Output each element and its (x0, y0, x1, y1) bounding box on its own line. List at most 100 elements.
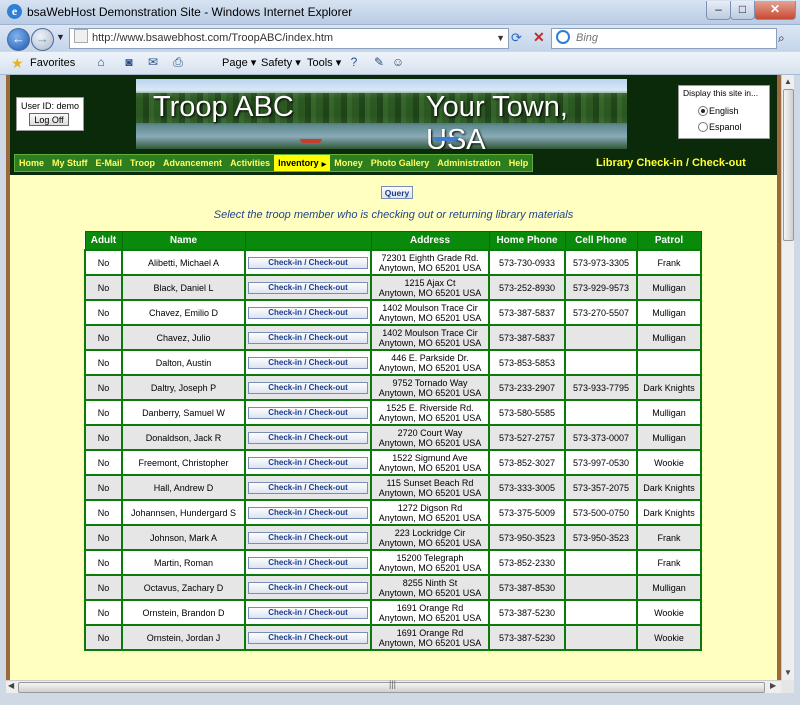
home-icon[interactable]: ⌂ (94, 55, 108, 69)
cell-address: 1402 Moulson Trace Cir Anytown, MO 65201 … (370, 299, 490, 326)
menu-administration[interactable]: Administration (433, 155, 505, 171)
ie-logo-icon: e (7, 4, 22, 19)
favorites-star-icon[interactable]: ★ (11, 55, 24, 72)
messenger-icon[interactable]: ☺ (391, 55, 405, 69)
menu-email[interactable]: E-Mail (92, 155, 127, 171)
menu-advancement[interactable]: Advancement (159, 155, 226, 171)
address-dropdown-icon[interactable]: ▼ (496, 29, 505, 48)
canoe-graphic (300, 139, 322, 143)
minimize-button[interactable]: – (706, 1, 731, 20)
back-arrow-icon[interactable]: ← (7, 28, 30, 51)
check-in-out-button[interactable]: Check-in / Check-out (248, 281, 368, 294)
check-in-out-button[interactable]: Check-in / Check-out (248, 506, 368, 519)
cell-name: Danberry, Samuel W (121, 399, 246, 426)
check-in-out-button[interactable]: Check-in / Check-out (248, 531, 368, 544)
radio-english[interactable] (698, 106, 708, 116)
menu-money[interactable]: Money (330, 155, 367, 171)
check-in-out-button[interactable]: Check-in / Check-out (248, 481, 368, 494)
check-in-out-button[interactable]: Check-in / Check-out (248, 431, 368, 444)
cell-adult: No (84, 249, 123, 276)
help-icon[interactable]: ? (347, 55, 361, 69)
table-row: No Hall, Andrew D Check-in / Check-out 115 … (84, 474, 702, 501)
menu-photo-gallery[interactable]: Photo Gallery (367, 155, 434, 171)
address-line2: Anytown, MO 65201 USA (378, 437, 482, 448)
cell-action: Check-in / Check-out (244, 249, 372, 276)
check-in-out-button[interactable]: Check-in / Check-out (248, 631, 368, 644)
table-row: No Dalton, Austin Check-in / Check-out 446 … (84, 349, 702, 376)
horizontal-scrollbar[interactable]: ◀ ||| ▶ (6, 679, 781, 694)
scroll-left-icon[interactable]: ◀ (8, 681, 14, 690)
check-in-out-button[interactable]: Check-in / Check-out (248, 556, 368, 569)
cell-address: 446 E. Parkside Dr. Anytown, MO 65201 USA (370, 349, 490, 376)
cell-address: 1691 Orange Rd Anytown, MO 65201 USA (370, 624, 490, 651)
menu-inventory[interactable]: Inventory ▶ (274, 155, 331, 171)
vertical-scrollbar[interactable]: ▲ ▼ (781, 75, 794, 680)
address-line1: 223 Lockridge Cir (394, 527, 466, 538)
check-in-out-button[interactable]: Check-in / Check-out (248, 306, 368, 319)
cell-cell-phone: 573-973-3305 (564, 249, 638, 276)
search-input[interactable] (574, 31, 728, 45)
query-button[interactable]: Query (381, 186, 413, 199)
cell-action: Check-in / Check-out (244, 574, 372, 601)
tools-menu[interactable]: Tools ▾ (307, 56, 341, 69)
safety-menu[interactable]: Safety ▾ (261, 56, 301, 69)
vertical-scroll-thumb[interactable] (783, 89, 794, 241)
cell-cell-phone: 573-933-7795 (564, 374, 638, 401)
refresh-icon[interactable]: ⟳ (511, 30, 522, 46)
table-row: No Black, Daniel L Check-in / Check-out 121… (84, 274, 702, 301)
stop-icon[interactable]: ✕ (533, 29, 545, 46)
cell-action: Check-in / Check-out (244, 474, 372, 501)
favorites-button[interactable]: Favorites (30, 57, 75, 69)
check-in-out-button[interactable]: Check-in / Check-out (248, 256, 368, 269)
table-row: No Johannsen, Hundergard S Check-in / Chec… (84, 499, 702, 526)
print-icon[interactable]: ⎙ (171, 55, 185, 69)
menu-help[interactable]: Help (505, 155, 533, 171)
address-line1: 1691 Orange Rd (396, 627, 464, 638)
feeds-icon[interactable]: ◙ (122, 55, 136, 69)
address-field[interactable]: http://www.bsawebhost.com/TroopABC/index… (69, 28, 509, 49)
menu-troop[interactable]: Troop (126, 155, 159, 171)
menu-my-stuff[interactable]: My Stuff (48, 155, 92, 171)
maximize-button[interactable]: □ (730, 1, 755, 20)
scroll-down-icon[interactable]: ▼ (784, 668, 792, 677)
read-mail-icon[interactable]: ✉ (146, 55, 160, 69)
forward-arrow-icon[interactable]: → (31, 28, 54, 51)
check-in-out-button[interactable]: Check-in / Check-out (248, 581, 368, 594)
address-line2: Anytown, MO 65201 USA (378, 362, 482, 373)
check-in-out-button[interactable]: Check-in / Check-out (248, 606, 368, 619)
language-selector: Display this site in... English Espanol (678, 85, 770, 139)
address-line2: Anytown, MO 65201 USA (378, 512, 482, 523)
cell-address: 1691 Orange Rd Anytown, MO 65201 USA (370, 599, 490, 626)
check-in-out-button[interactable]: Check-in / Check-out (248, 456, 368, 469)
cell-address: 15200 Telegraph Anytown, MO 65201 USA (370, 549, 490, 576)
radio-espanol[interactable] (698, 122, 708, 132)
menu-advancement-label: Advancement (163, 158, 223, 168)
canoe-graphic (433, 137, 459, 141)
log-off-button[interactable]: Log Off (29, 113, 69, 126)
resize-corner[interactable] (781, 680, 794, 693)
check-in-out-button[interactable]: Check-in / Check-out (248, 381, 368, 394)
history-dropdown-icon[interactable]: ▼ (56, 32, 65, 42)
research-icon[interactable]: ✎ (372, 55, 386, 69)
cell-address: 1272 Digson Rd Anytown, MO 65201 USA (370, 499, 490, 526)
page-menu[interactable]: Page ▾ (222, 56, 256, 69)
cell-adult: No (84, 574, 123, 601)
language-option-english[interactable]: English (695, 106, 739, 116)
cell-home-phone: 573-527-2757 (488, 424, 566, 451)
check-in-out-button[interactable]: Check-in / Check-out (248, 356, 368, 369)
scroll-up-icon[interactable]: ▲ (784, 77, 792, 86)
scroll-right-icon[interactable]: ▶ (770, 681, 776, 690)
language-option-espanol[interactable]: Espanol (695, 122, 742, 132)
cell-patrol: Wookie (636, 599, 702, 626)
close-button[interactable]: ✕ (754, 1, 796, 20)
menu-home[interactable]: Home (15, 155, 48, 171)
menu-activities[interactable]: Activities (226, 155, 274, 171)
header-address: Address (370, 231, 490, 251)
search-box[interactable] (551, 28, 777, 49)
check-in-out-button[interactable]: Check-in / Check-out (248, 331, 368, 344)
cell-cell-phone (564, 399, 638, 426)
cell-home-phone: 573-333-3005 (488, 474, 566, 501)
table-row: No Alibetti, Michael A Check-in / Check-ou… (84, 249, 702, 276)
search-icon[interactable]: ⌕ (778, 31, 785, 46)
check-in-out-button[interactable]: Check-in / Check-out (248, 406, 368, 419)
